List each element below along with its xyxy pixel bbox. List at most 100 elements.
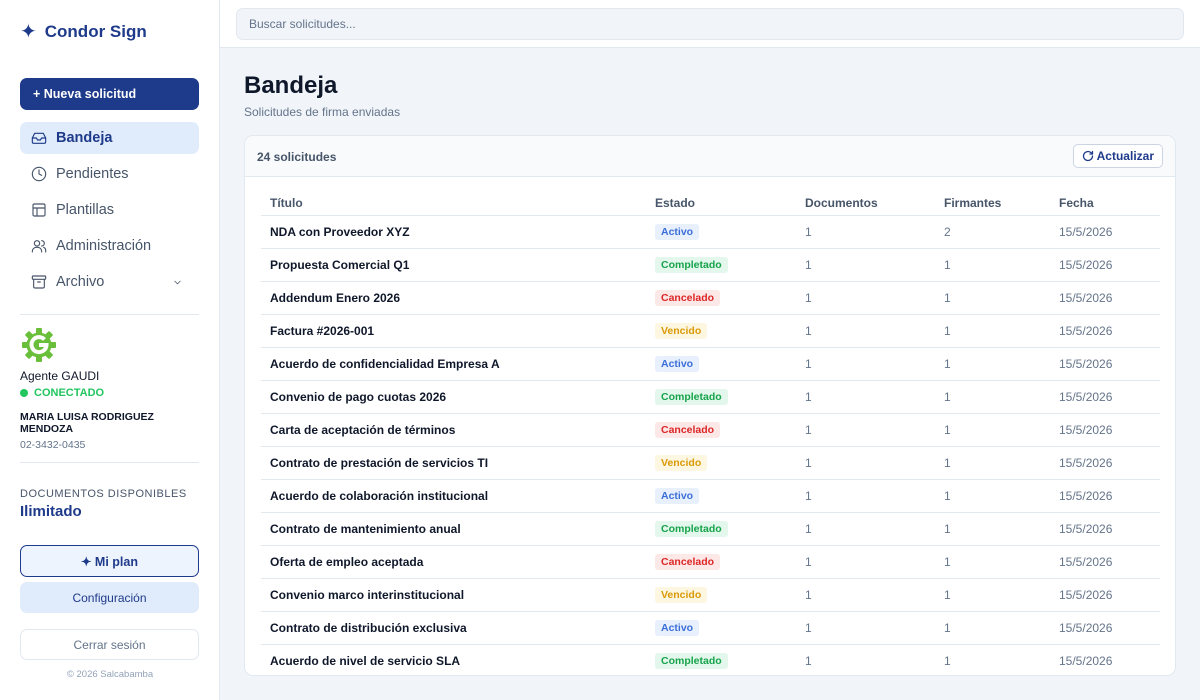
row-title: Convenio marco interinstitucional	[261, 578, 646, 612]
sidebar-item-plantillas[interactable]: Plantillas	[20, 194, 199, 226]
row-date: 15/5/2026	[1050, 611, 1160, 645]
card-header: 24 solicitudes Actualizar	[245, 136, 1175, 177]
brand[interactable]: ✦ Condor Sign	[20, 22, 147, 42]
row-title: Oferta de empleo aceptada	[261, 545, 646, 579]
row-status-cell: Completado	[646, 644, 796, 675]
row-status-cell: Vencido	[646, 446, 796, 480]
row-documents: 1	[796, 314, 935, 348]
row-status-cell: Activo	[646, 611, 796, 645]
logout-button[interactable]: Cerrar sesión	[20, 629, 199, 660]
row-date: 15/5/2026	[1050, 578, 1160, 612]
column-header-title[interactable]: Título	[261, 192, 646, 216]
row-documents: 1	[796, 347, 935, 381]
table-row[interactable]: Acuerdo de nivel de servicio SLA Completa…	[261, 644, 1160, 675]
status-badge: Completado	[655, 520, 728, 537]
row-documents: 1	[796, 578, 935, 612]
agent-logo-icon	[22, 328, 56, 362]
search-input[interactable]	[236, 8, 1184, 40]
table-row[interactable]: Contrato de distribución exclusiva Activo…	[261, 611, 1160, 645]
row-date: 15/5/2026	[1059, 653, 1113, 668]
app-name: Condor Sign	[44, 22, 147, 41]
row-date: 15/5/2026	[1050, 215, 1160, 249]
row-status-cell: Vencido	[646, 578, 796, 612]
sidebar-item-label: Plantillas	[56, 202, 115, 218]
row-signers: 2	[935, 215, 1050, 249]
row-signers: 1	[935, 248, 1050, 282]
table-header-row: Título Estado Documentos Firmantes Fecha	[261, 192, 1160, 216]
row-title: Acuerdo de nivel de servicio SLA	[270, 653, 461, 668]
table-row[interactable]: Factura #2026-001 Vencido 1 1 15/5/2026	[261, 314, 1160, 348]
column-header-status[interactable]: Estado	[646, 192, 796, 216]
status-badge: Cancelado	[655, 553, 721, 570]
row-signers: 1	[935, 380, 1050, 414]
row-status-cell: Cancelado	[646, 545, 796, 579]
row-date: 15/5/2026	[1050, 446, 1160, 480]
row-title: Factura #2026-001	[261, 314, 646, 348]
row-signers: 1	[935, 578, 1050, 612]
row-status-cell: Completado	[646, 512, 796, 546]
sidebar-item-archivo[interactable]: Archivo	[20, 266, 199, 298]
table-row[interactable]: Acuerdo de confidencialidad Empresa A Act…	[261, 347, 1160, 381]
row-signers: 1	[935, 446, 1050, 480]
row-documents: 1	[796, 380, 935, 414]
sidebar: ✦ Condor Sign + Nueva solicitud Bandeja …	[0, 0, 220, 700]
row-date: 15/5/2026	[1050, 380, 1160, 414]
table-row[interactable]: Oferta de empleo aceptada Cancelado 1 1 15/5…	[261, 545, 1160, 579]
row-date: 15/5/2026	[1050, 479, 1160, 513]
table-row[interactable]: Convenio marco interinstitucional Vencido…	[261, 578, 1160, 612]
row-documents: 1	[796, 512, 935, 546]
sidebar-item-label: Archivo	[56, 274, 105, 290]
my-plan-button[interactable]: ✦ Mi plan	[20, 545, 199, 577]
user-name: MARIA LUISA RODRIGUEZ MENDOZA	[20, 411, 154, 435]
row-status-cell: Activo	[646, 479, 796, 513]
row-date: 15/5/2026	[1050, 545, 1160, 579]
row-signers: 1	[935, 479, 1050, 513]
table-row[interactable]: NDA con Proveedor XYZ Activo 1 2 15/5/2026	[261, 215, 1160, 249]
template-icon	[32, 203, 46, 217]
agent-status: CONECTADO	[20, 387, 104, 399]
row-title: Propuesta Comercial Q1	[261, 248, 646, 282]
status-badge: Cancelado	[655, 421, 721, 438]
table-row[interactable]: Acuerdo de colaboración institucional Act…	[261, 479, 1160, 513]
new-request-button[interactable]: + Nueva solicitud	[20, 78, 199, 110]
status-badge: Vencido	[655, 586, 708, 603]
sidebar-item-bandeja[interactable]: Bandeja	[20, 122, 199, 154]
row-signers: 1	[935, 512, 1050, 546]
refresh-label: Actualizar	[1096, 149, 1154, 163]
row-title: Acuerdo de colaboración institucional	[261, 479, 646, 513]
row-status-cell: Activo	[646, 215, 796, 249]
column-header-signers[interactable]: Firmantes	[935, 192, 1050, 216]
row-title: Convenio de pago cuotas 2026	[261, 380, 646, 414]
column-header-documents[interactable]: Documentos	[796, 192, 935, 216]
table-row[interactable]: Convenio de pago cuotas 2026 Completado 1 1…	[261, 380, 1160, 414]
sidebar-item-label: Administración	[56, 238, 152, 254]
settings-button[interactable]: Configuración	[20, 582, 199, 613]
table-row[interactable]: Propuesta Comercial Q1 Completado 1 1 15/5/2…	[261, 248, 1160, 282]
row-status-cell: Cancelado	[646, 281, 796, 315]
inbox-icon	[31, 132, 47, 144]
requests-table: Título Estado Documentos Firmantes Fecha…	[261, 192, 1160, 675]
documents-label: DOCUMENTOS DISPONIBLES	[20, 488, 187, 500]
chevron-down-icon[interactable]	[172, 277, 183, 288]
table-row[interactable]: Contrato de prestación de servicios TI Ve…	[261, 446, 1160, 480]
table-row[interactable]: Carta de aceptación de términos Cancelado…	[261, 413, 1160, 447]
refresh-icon	[1082, 150, 1093, 162]
user-phone: 02-3432-0435	[20, 439, 86, 451]
table-row[interactable]: Contrato de mantenimiento anual Completad…	[261, 512, 1160, 546]
status-badge: Activo	[655, 487, 700, 504]
row-signers: 1	[935, 281, 1050, 315]
row-status-cell: Completado	[646, 248, 796, 282]
sidebar-item-pendientes[interactable]: Pendientes	[20, 158, 199, 190]
status-badge: Cancelado	[655, 289, 721, 306]
row-title: Contrato de distribución exclusiva	[261, 611, 646, 645]
sidebar-item-label: Pendientes	[56, 166, 129, 182]
refresh-button[interactable]: Actualizar	[1072, 144, 1163, 168]
status-badge: Completado	[655, 388, 728, 405]
column-header-date[interactable]: Fecha	[1050, 192, 1160, 216]
page-title: Bandeja	[244, 72, 338, 99]
status-badge: Activo	[655, 223, 700, 240]
table-row[interactable]: Addendum Enero 2026 Cancelado 1 1 15/5/2026	[261, 281, 1160, 315]
sidebar-item-administracion[interactable]: Administración	[20, 230, 199, 262]
row-date: 15/5/2026	[1050, 281, 1160, 315]
row-date: 15/5/2026	[1050, 314, 1160, 348]
